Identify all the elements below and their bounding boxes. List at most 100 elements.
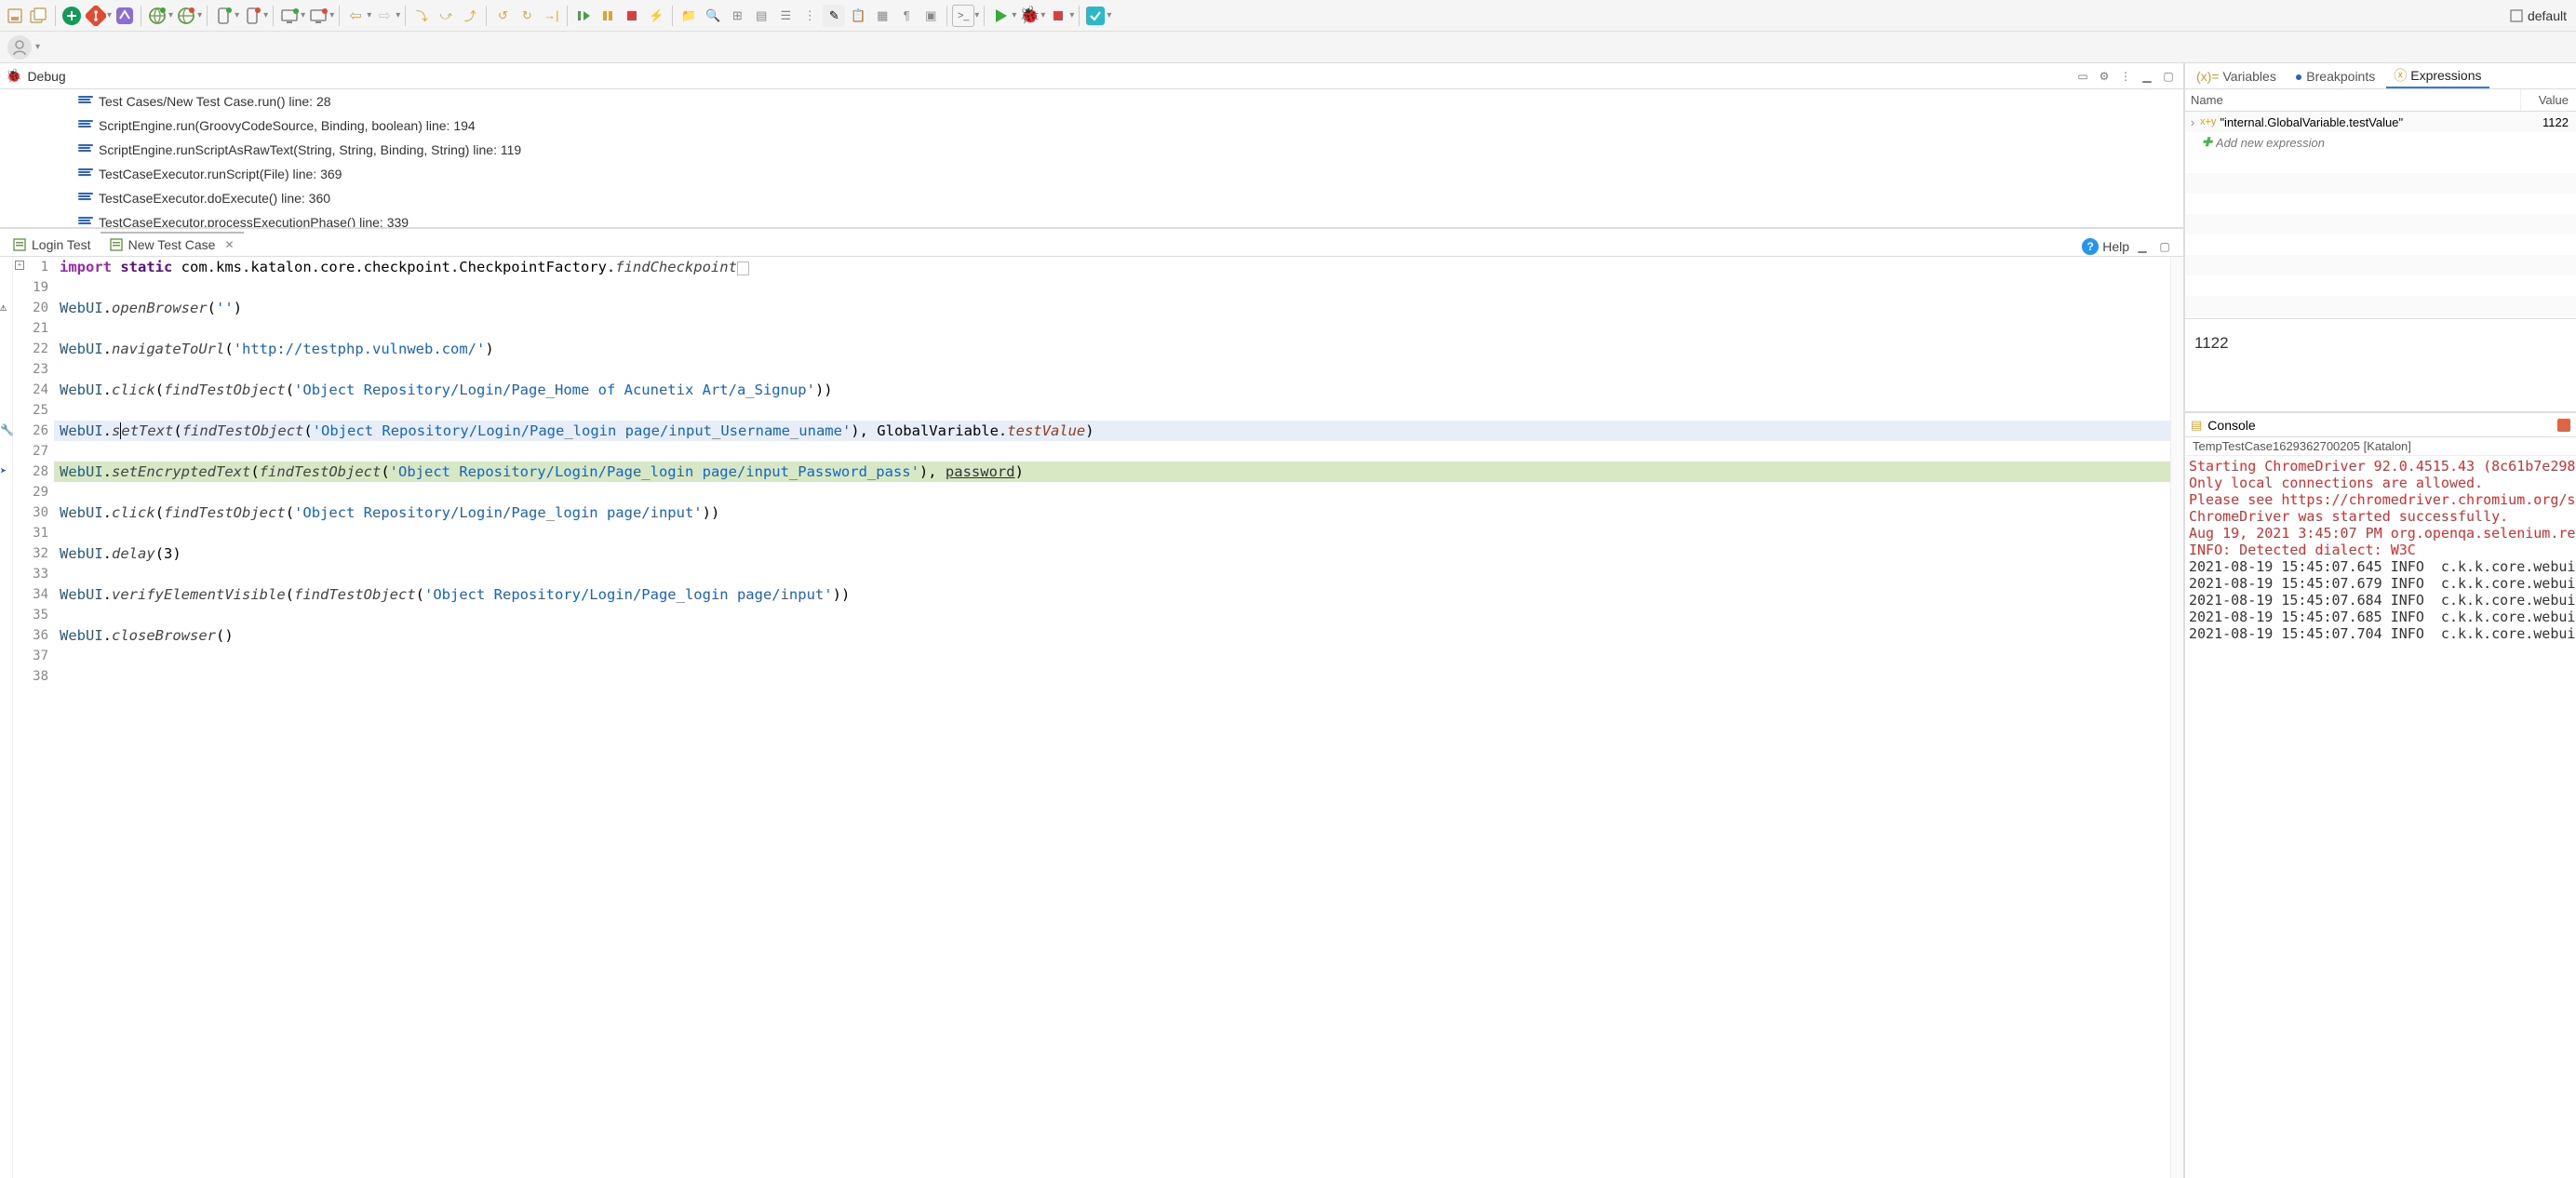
dropdown-icon[interactable]: ▾ (367, 10, 371, 20)
dropdown-icon[interactable]: ▾ (396, 10, 400, 20)
nav-back-icon[interactable]: ⇦ (344, 5, 367, 27)
close-icon[interactable]: ✕ (224, 238, 234, 251)
menu-icon[interactable]: ⋮ (2116, 67, 2135, 86)
value-column-header[interactable]: Value (2520, 89, 2576, 111)
user-avatar[interactable] (7, 35, 32, 60)
git-icon[interactable] (85, 5, 107, 27)
tree-icon[interactable]: ⚙ (2095, 67, 2113, 86)
editor-tab[interactable]: New Test Case✕ (101, 232, 244, 256)
code-line[interactable] (54, 605, 2170, 625)
filter-icon[interactable]: ⋮ (798, 5, 821, 27)
stack-frame[interactable]: ScriptEngine.runScriptAsRawText(String, … (0, 138, 2183, 162)
skip-breakpoints-icon[interactable] (60, 5, 83, 27)
code-line[interactable]: WebUI.openBrowser('') (54, 298, 2170, 318)
tab-breakpoints[interactable]: ●Breakpoints (2288, 64, 2382, 88)
mobile-capture-icon[interactable] (212, 5, 235, 27)
dropdown-icon[interactable]: ▾ (1012, 10, 1016, 20)
code-line[interactable]: WebUI.verifyElementVisible(findTestObjec… (54, 584, 2170, 605)
dropdown-icon[interactable]: ▾ (197, 10, 202, 20)
list-icon[interactable]: ▦ (871, 5, 893, 27)
stack-frame[interactable]: TestCaseExecutor.runScript(File) line: 3… (0, 162, 2183, 186)
disconnect-icon[interactable]: ⚡ (645, 5, 667, 27)
code-line[interactable] (54, 359, 2170, 380)
stack-frame[interactable]: TestCaseExecutor.processExecutionPhase()… (0, 210, 2183, 229)
dropdown-icon[interactable]: ▾ (263, 10, 268, 20)
expression-row[interactable]: ›x+y"internal.GlobalVariable.testValue"1… (2185, 112, 2576, 132)
step-into-icon[interactable]: ⤵ (410, 5, 433, 27)
testops-icon[interactable] (1084, 5, 1107, 27)
web-capture-icon[interactable] (146, 5, 168, 27)
code-line[interactable] (54, 441, 2170, 462)
search-icon[interactable]: 🔍 (702, 5, 724, 27)
toggle-icon[interactable]: ▤ (750, 5, 772, 27)
code-line[interactable]: WebUI.delay(3) (54, 543, 2170, 564)
dropdown-icon[interactable]: ▾ (235, 10, 239, 20)
help-icon[interactable]: ? (2082, 238, 2099, 255)
dropdown-icon[interactable]: ▾ (1069, 10, 1074, 20)
stack-frame[interactable]: Test Cases/New Test Case.run() line: 28 (0, 89, 2183, 114)
dropdown-icon[interactable]: ▾ (1040, 10, 1045, 20)
code-line[interactable] (54, 646, 2170, 666)
code-line[interactable] (54, 277, 2170, 298)
code-line[interactable]: WebUI.setText(findTestObject('Object Rep… (54, 421, 2170, 441)
resume-icon[interactable] (572, 5, 595, 27)
profile-selector[interactable]: default (2509, 8, 2572, 23)
code-line[interactable] (54, 564, 2170, 584)
minimize-icon[interactable]: ▁ (2133, 237, 2152, 256)
formatting-icon[interactable]: ¶ (895, 5, 918, 27)
code-editor[interactable]: ⚠🔧➤ 1+1920212223242526272829303132333435… (0, 257, 2183, 1178)
desktop-capture-icon[interactable] (278, 5, 301, 27)
save-icon[interactable] (4, 5, 26, 27)
minimize-icon[interactable]: ▁ (2138, 67, 2156, 86)
nav-fwd-icon[interactable]: ⇨ (373, 5, 396, 27)
dropdown-icon[interactable]: ▾ (329, 10, 334, 20)
plugin-icon[interactable] (114, 5, 136, 27)
code-line[interactable]: WebUI.click(findTestObject('Object Repos… (54, 502, 2170, 523)
step-over-icon[interactable]: ⤻ (435, 5, 457, 27)
stack-frame[interactable]: TestCaseExecutor.doExecute() line: 360 (0, 186, 2183, 210)
step-return-icon[interactable]: ⤴ (459, 5, 481, 27)
desktop-record-icon[interactable] (307, 5, 329, 27)
code-line[interactable]: WebUI.click(findTestObject('Object Repos… (54, 380, 2170, 400)
block-icon[interactable]: ▣ (919, 5, 942, 27)
mobile-record-icon[interactable] (241, 5, 263, 27)
name-column-header[interactable]: Name (2185, 89, 2520, 111)
maximize-icon[interactable]: ▢ (2159, 67, 2178, 86)
code-line[interactable]: import static com.kms.katalon.core.check… (54, 257, 2170, 277)
web-record-icon[interactable] (175, 5, 197, 27)
expand-icon[interactable]: › (2185, 115, 2200, 129)
tab-variables[interactable]: (x)=Variables (2189, 64, 2284, 88)
terminate-console-button[interactable] (2557, 419, 2570, 432)
code-line[interactable] (54, 482, 2170, 502)
suspend-icon[interactable] (597, 5, 619, 27)
sort-icon[interactable]: ☰ (774, 5, 797, 27)
dropdown-icon[interactable]: ▾ (107, 10, 112, 20)
code-line[interactable]: WebUI.closeBrowser() (54, 625, 2170, 646)
clipboard-icon[interactable]: 📋 (847, 5, 869, 27)
layout-icon[interactable]: ▭ (2073, 67, 2092, 86)
code-line[interactable] (54, 523, 2170, 543)
stack-frame[interactable]: ScriptEngine.run(GroovyCodeSource, Bindi… (0, 114, 2183, 138)
open-type-icon[interactable]: ⊞ (726, 5, 748, 27)
maximize-icon[interactable]: ▢ (2155, 237, 2174, 256)
code-line[interactable] (54, 400, 2170, 421)
console-output[interactable]: Starting ChromeDriver 92.0.4515.43 (8c61… (2185, 456, 2576, 1178)
code-line[interactable]: WebUI.navigateToUrl('http://testphp.vuln… (54, 339, 2170, 359)
dropdown-icon[interactable]: ▾ (168, 10, 173, 20)
dropdown-icon[interactable]: ▾ (35, 42, 40, 52)
pencil-icon[interactable]: ✎ (823, 5, 845, 27)
stop-button[interactable] (1047, 5, 1069, 27)
run-button[interactable] (989, 5, 1012, 27)
terminal-icon[interactable]: >_ (952, 5, 974, 27)
step-filters-icon[interactable]: ↻ (516, 5, 538, 27)
tab-expressions[interactable]: ⓧExpressions (2386, 64, 2489, 88)
debug-button[interactable]: 🐞 (1018, 5, 1040, 27)
code-area[interactable]: import static com.kms.katalon.core.check… (54, 257, 2170, 1178)
dropdown-icon[interactable]: ▾ (974, 10, 979, 20)
code-line[interactable]: WebUI.setEncryptedText(findTestObject('O… (54, 462, 2170, 482)
dropdown-icon[interactable]: ▾ (301, 10, 305, 20)
save-all-icon[interactable] (28, 5, 50, 27)
run-to-line-icon[interactable]: →| (540, 5, 562, 27)
tab-console[interactable]: ▤ Console (2191, 418, 2256, 433)
code-line[interactable] (54, 318, 2170, 339)
